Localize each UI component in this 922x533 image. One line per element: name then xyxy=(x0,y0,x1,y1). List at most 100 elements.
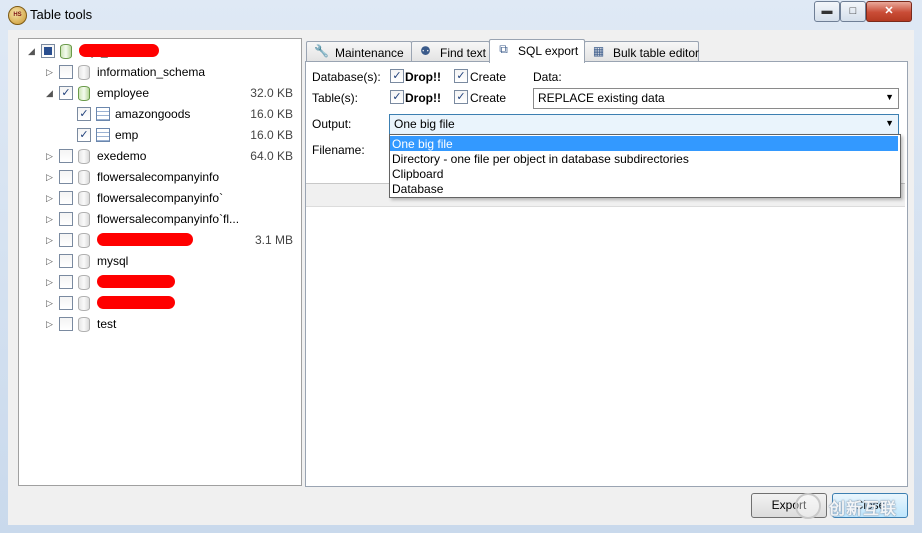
output-option-label: One big file xyxy=(392,137,453,151)
tree-checkbox[interactable]: ✓ xyxy=(77,128,91,142)
database-create-label: Create xyxy=(470,70,507,84)
database-create-checkbox[interactable]: ✓ xyxy=(454,69,468,83)
table-drop-label: Drop!! xyxy=(405,91,441,105)
close-window-button[interactable]: ✕ xyxy=(866,1,912,22)
redaction-mark xyxy=(97,296,175,309)
tree-node-label: flowersalecompanyinfo xyxy=(97,170,220,184)
tab-find-text[interactable]: ⚉ Find text xyxy=(411,41,490,62)
tab-label: SQL export xyxy=(518,44,579,58)
expand-arrow-icon[interactable]: ▷ xyxy=(45,298,54,309)
output-select[interactable]: One big file ▼ xyxy=(389,114,899,135)
maximize-button[interactable]: □ xyxy=(840,1,866,22)
data-label: Data: xyxy=(533,70,562,84)
table-edit-icon: ▦ xyxy=(592,44,605,58)
tree-node-size: 3.1 MB xyxy=(254,233,293,247)
sql-export-panel: Database(s): ✓ Drop!! ✓ Create Table(s):… xyxy=(305,61,908,487)
tab-maintenance[interactable]: 🔧 Maintenance xyxy=(306,41,412,62)
tree-node-size: 32.0 KB xyxy=(250,86,293,100)
wrench-icon: 🔧 xyxy=(314,44,329,58)
tree-checkbox[interactable] xyxy=(59,275,73,289)
tree-checkbox[interactable] xyxy=(59,149,73,163)
database-icon xyxy=(78,149,90,164)
tree-node-label: flowersalecompanyinfo`fl... xyxy=(97,212,240,226)
tree-node-label: flowersalecompanyinfo` xyxy=(97,191,224,205)
tree-checkbox[interactable] xyxy=(59,170,73,184)
tree-checkbox[interactable] xyxy=(59,254,73,268)
tree-node-label: emp xyxy=(115,128,139,142)
tables-label: Table(s): xyxy=(312,91,359,105)
table-create-checkbox[interactable]: ✓ xyxy=(454,90,468,104)
collapse-arrow-icon[interactable]: ◢ xyxy=(27,46,36,57)
app-logo-icon: HS xyxy=(8,6,27,25)
tree-checkbox[interactable] xyxy=(59,65,73,79)
table-drop-checkbox[interactable]: ✓ xyxy=(390,90,404,104)
expand-arrow-icon[interactable]: ▷ xyxy=(45,214,54,225)
tree-node-label: information_schema xyxy=(97,65,206,79)
output-option[interactable]: One big file xyxy=(390,136,898,151)
redaction-mark xyxy=(97,275,175,288)
expand-arrow-icon[interactable]: ▷ xyxy=(45,319,54,330)
tree-node[interactable]: ✓ amazongoods 16.0 KB xyxy=(19,104,299,125)
collapse-arrow-icon[interactable]: ◢ xyxy=(45,88,54,99)
tree-checkbox[interactable]: ✓ xyxy=(77,107,91,121)
data-mode-value: REPLACE existing data xyxy=(538,91,665,105)
tree-checkbox[interactable]: ✓ xyxy=(59,86,73,100)
tree-node[interactable]: ◢ ✓ employee 32.0 KB xyxy=(19,83,299,104)
tree-node[interactable]: ▷ flowersalecompanyinfo`fl... xyxy=(19,209,299,230)
tree-node[interactable]: ▷ flowersalecompanyinfo xyxy=(19,167,299,188)
database-icon xyxy=(78,65,90,80)
tree-checkbox[interactable] xyxy=(41,44,55,58)
tree-node-label: test xyxy=(97,317,117,331)
minimize-button[interactable]: ▬ xyxy=(814,1,840,22)
tab-label: Find text xyxy=(440,46,487,60)
output-option[interactable]: Database xyxy=(390,181,898,196)
tree-node[interactable]: ▷ mysql xyxy=(19,251,299,272)
tree-node-label: employee xyxy=(97,86,150,100)
expand-arrow-icon[interactable]: ▷ xyxy=(45,256,54,267)
title-bar[interactable]: HS Table tools ▬ □ ✕ xyxy=(0,0,922,30)
tree-node[interactable]: ▷ 3.1 MB xyxy=(19,230,299,251)
tree-node[interactable]: ▷ xyxy=(19,272,299,293)
expand-arrow-icon[interactable]: ▷ xyxy=(45,277,54,288)
tree-checkbox[interactable] xyxy=(59,191,73,205)
tree-checkbox[interactable] xyxy=(59,296,73,310)
tree-checkbox[interactable] xyxy=(59,317,73,331)
redaction-mark xyxy=(97,233,193,246)
expand-arrow-icon[interactable]: ▷ xyxy=(45,193,54,204)
output-option[interactable]: Directory - one file per object in datab… xyxy=(390,151,898,166)
database-icon xyxy=(60,44,72,59)
expand-arrow-icon[interactable]: ▷ xyxy=(45,235,54,246)
tab-label: Bulk table editor xyxy=(613,46,700,60)
tab-bulk-table-editor[interactable]: ▦ Bulk table editor xyxy=(584,41,699,62)
database-drop-checkbox[interactable]: ✓ xyxy=(390,69,404,83)
tree-checkbox[interactable] xyxy=(59,212,73,226)
database-icon xyxy=(78,191,90,206)
database-drop-label: Drop!! xyxy=(405,70,441,84)
redaction-mark xyxy=(79,44,159,57)
watermark-text: 创新互联 xyxy=(829,501,898,518)
tree-node[interactable]: ◢taijo_database xyxy=(19,41,299,62)
tab-sql-export[interactable]: ⧉ SQL export xyxy=(489,39,585,63)
chevron-down-icon: ▼ xyxy=(885,118,894,128)
tree-node[interactable]: ▷ exedemo 64.0 KB xyxy=(19,146,299,167)
tab-label: Maintenance xyxy=(335,46,404,60)
output-dropdown-list[interactable]: One big file Directory - one file per obj… xyxy=(389,134,901,198)
output-option-label: Database xyxy=(392,182,444,196)
data-mode-select[interactable]: REPLACE existing data ▼ xyxy=(533,88,899,109)
expand-arrow-icon[interactable]: ▷ xyxy=(45,151,54,162)
expand-arrow-icon[interactable]: ▷ xyxy=(45,67,54,78)
expand-arrow-icon[interactable]: ▷ xyxy=(45,172,54,183)
databases-label: Database(s): xyxy=(312,70,381,84)
output-option[interactable]: Clipboard xyxy=(390,166,898,181)
tree-node[interactable]: ✓ emp 16.0 KB xyxy=(19,125,299,146)
tree-node[interactable]: ▷ xyxy=(19,293,299,314)
tree-node[interactable]: ▷ information_schema xyxy=(19,62,299,83)
tree-node-size: 16.0 KB xyxy=(250,128,293,142)
tree-node-label: exedemo xyxy=(97,149,147,163)
tree-node-label: mysql xyxy=(97,254,129,268)
database-tree[interactable]: ◢taijo_database ▷ information_schema ◢ ✓ empl… xyxy=(18,38,302,486)
database-icon xyxy=(78,254,90,269)
tree-checkbox[interactable] xyxy=(59,233,73,247)
tree-node[interactable]: ▷ flowersalecompanyinfo` xyxy=(19,188,299,209)
tree-node[interactable]: ▷ test xyxy=(19,314,299,335)
